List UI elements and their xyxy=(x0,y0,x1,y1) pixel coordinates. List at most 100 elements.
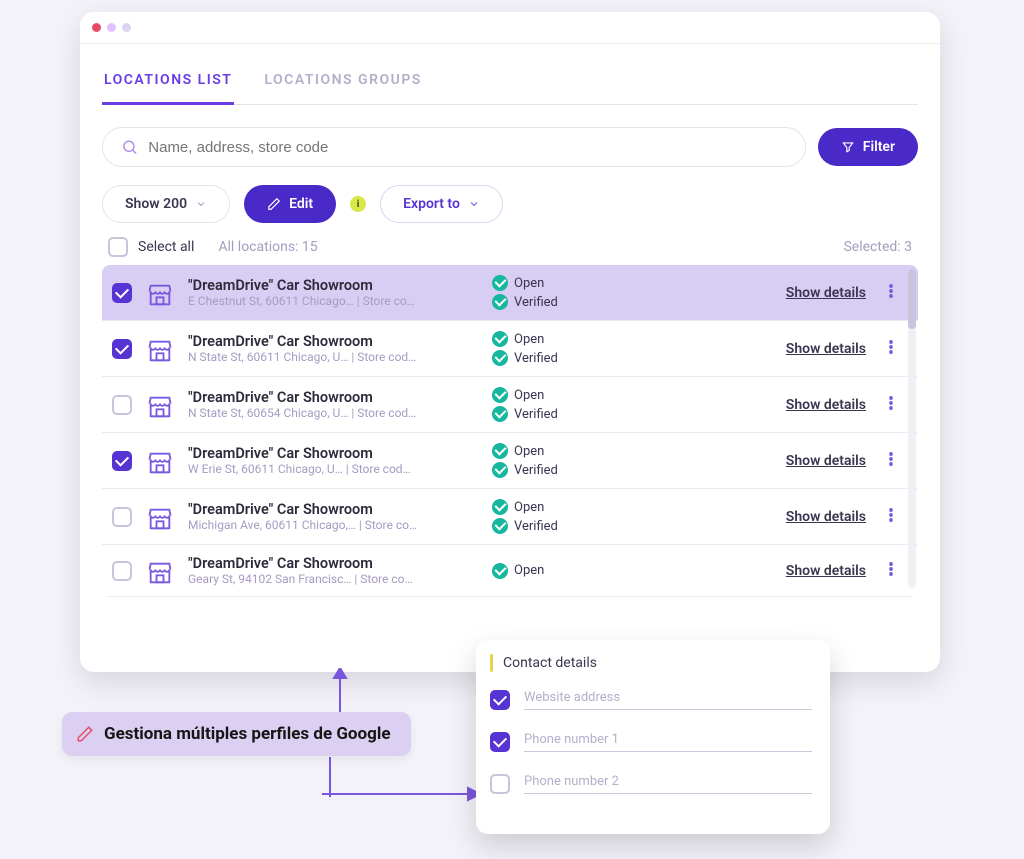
chevron-down-icon xyxy=(195,198,207,210)
show-count-dropdown[interactable]: Show 200 xyxy=(102,185,230,223)
store-icon xyxy=(146,393,174,417)
row-title: "DreamDrive" Car Showroom xyxy=(188,389,478,406)
check-icon xyxy=(492,331,508,347)
status-open: Open xyxy=(514,500,544,515)
check-icon xyxy=(492,350,508,366)
window-close-dot[interactable] xyxy=(92,23,101,32)
row-title-block: "DreamDrive" Car ShowroomW Erie St, 6061… xyxy=(188,445,478,476)
row-checkbox[interactable] xyxy=(112,283,132,303)
search-input[interactable] xyxy=(148,139,786,156)
row-checkbox[interactable] xyxy=(112,507,132,527)
search-icon xyxy=(121,138,138,156)
website-checkbox[interactable] xyxy=(490,690,510,710)
row-subtitle: N State St, 60654 Chicago, U… | Store co… xyxy=(188,406,478,420)
row-subtitle: Geary St, 94102 San Francisc… | Store co… xyxy=(188,572,478,586)
pencil-icon xyxy=(267,197,281,211)
scrollbar-thumb[interactable] xyxy=(908,269,916,329)
show-details-link[interactable]: Show details xyxy=(746,453,866,469)
phone1-checkbox[interactable] xyxy=(490,732,510,752)
store-icon xyxy=(146,505,174,529)
row-status: Open xyxy=(492,563,632,579)
edit-button[interactable]: Edit xyxy=(244,185,336,223)
row-status: Open Verified xyxy=(492,443,632,478)
show-details-link[interactable]: Show details xyxy=(746,509,866,525)
row-status: OpenVerified xyxy=(492,331,632,366)
all-locations-count: All locations: 15 xyxy=(218,239,317,255)
row-checkbox[interactable] xyxy=(112,339,132,359)
tab-locations-groups[interactable]: LOCATIONS GROUPS xyxy=(262,62,423,104)
table-row[interactable]: "DreamDrive" Car ShowroomGeary St, 94102… xyxy=(102,545,918,597)
row-checkbox[interactable] xyxy=(112,561,132,581)
check-icon xyxy=(492,499,508,515)
search-field[interactable] xyxy=(102,127,806,167)
select-all-label: Select all xyxy=(138,239,194,255)
export-dropdown[interactable]: Export to xyxy=(380,185,503,223)
tab-locations-list[interactable]: LOCATIONS LIST xyxy=(102,62,234,105)
contact-details-popup: Contact details Website address Phone nu… xyxy=(476,640,830,834)
row-checkbox[interactable] xyxy=(112,451,132,471)
status-open: Open xyxy=(514,388,544,403)
row-menu-button[interactable]: ••• xyxy=(880,341,904,356)
check-icon xyxy=(492,518,508,534)
check-icon xyxy=(492,563,508,579)
status-verified: Verified xyxy=(514,407,558,422)
row-title-block: "DreamDrive" Car ShowroomMichigan Ave, 6… xyxy=(188,501,478,532)
row-subtitle: W Erie St, 60611 Chicago, U… | Store cod… xyxy=(188,462,478,476)
show-details-link[interactable]: Show details xyxy=(746,341,866,357)
website-field[interactable]: Website address xyxy=(524,686,812,710)
row-subtitle: N State St, 60611 Chicago, U… | Store co… xyxy=(188,350,478,364)
check-icon xyxy=(492,443,508,459)
check-icon xyxy=(492,294,508,310)
popup-title: Contact details xyxy=(503,655,597,671)
row-menu-button[interactable]: ••• xyxy=(880,285,904,300)
check-icon xyxy=(492,275,508,291)
select-all-checkbox[interactable] xyxy=(108,237,128,257)
row-title-block: "DreamDrive" Car ShowroomN State St, 606… xyxy=(188,389,478,420)
show-details-link[interactable]: Show details xyxy=(746,285,866,301)
window-maximize-dot[interactable] xyxy=(122,23,131,32)
row-title: "DreamDrive" Car Showroom xyxy=(188,333,478,350)
row-menu-button[interactable]: ••• xyxy=(880,563,904,578)
status-verified: Verified xyxy=(514,463,558,478)
row-title: "DreamDrive" Car Showroom xyxy=(188,445,478,462)
check-icon xyxy=(492,462,508,478)
table-row[interactable]: "DreamDrive" Car ShowroomN State St, 606… xyxy=(102,377,918,433)
show-details-link[interactable]: Show details xyxy=(746,563,866,579)
status-verified: Verified xyxy=(514,519,558,534)
row-subtitle: Michigan Ave, 60611 Chicago,… | Store co… xyxy=(188,518,478,532)
row-title: "DreamDrive" Car Showroom xyxy=(188,277,478,294)
status-verified: Verified xyxy=(514,295,558,310)
phone2-field[interactable]: Phone number 2 xyxy=(524,770,812,794)
table-row[interactable]: "DreamDrive" Car ShowroomE Chestnut St, … xyxy=(102,265,918,321)
table-row[interactable]: "DreamDrive" Car ShowroomMichigan Ave, 6… xyxy=(102,489,918,545)
row-menu-button[interactable]: ••• xyxy=(880,509,904,524)
chevron-down-icon xyxy=(468,198,480,210)
export-label: Export to xyxy=(403,196,460,212)
window-minimize-dot[interactable] xyxy=(107,23,116,32)
accent-bar xyxy=(490,654,493,672)
scrollbar[interactable] xyxy=(908,269,916,588)
tabs: LOCATIONS LIST LOCATIONS GROUPS xyxy=(102,62,918,105)
row-menu-button[interactable]: ••• xyxy=(880,453,904,468)
row-title: "DreamDrive" Car Showroom xyxy=(188,501,478,518)
store-icon xyxy=(146,281,174,305)
table-row[interactable]: "DreamDrive" Car ShowroomW Erie St, 6061… xyxy=(102,433,918,489)
store-icon xyxy=(146,559,174,583)
row-menu-button[interactable]: ••• xyxy=(880,397,904,412)
filter-button[interactable]: Filter xyxy=(818,128,918,166)
table-row[interactable]: "DreamDrive" Car ShowroomN State St, 606… xyxy=(102,321,918,377)
check-icon xyxy=(492,387,508,403)
row-checkbox[interactable] xyxy=(112,395,132,415)
store-icon xyxy=(146,449,174,473)
row-title-block: "DreamDrive" Car ShowroomE Chestnut St, … xyxy=(188,277,478,308)
row-title-block: "DreamDrive" Car ShowroomN State St, 606… xyxy=(188,333,478,364)
show-details-link[interactable]: Show details xyxy=(746,397,866,413)
info-badge[interactable]: i xyxy=(350,196,366,212)
phone2-checkbox[interactable] xyxy=(490,774,510,794)
pencil-icon xyxy=(76,725,94,743)
status-open: Open xyxy=(514,444,544,459)
edit-label: Edit xyxy=(289,196,313,212)
show-count-label: Show 200 xyxy=(125,196,187,212)
row-status: Open Verified xyxy=(492,499,632,534)
phone1-field[interactable]: Phone number 1 xyxy=(524,728,812,752)
